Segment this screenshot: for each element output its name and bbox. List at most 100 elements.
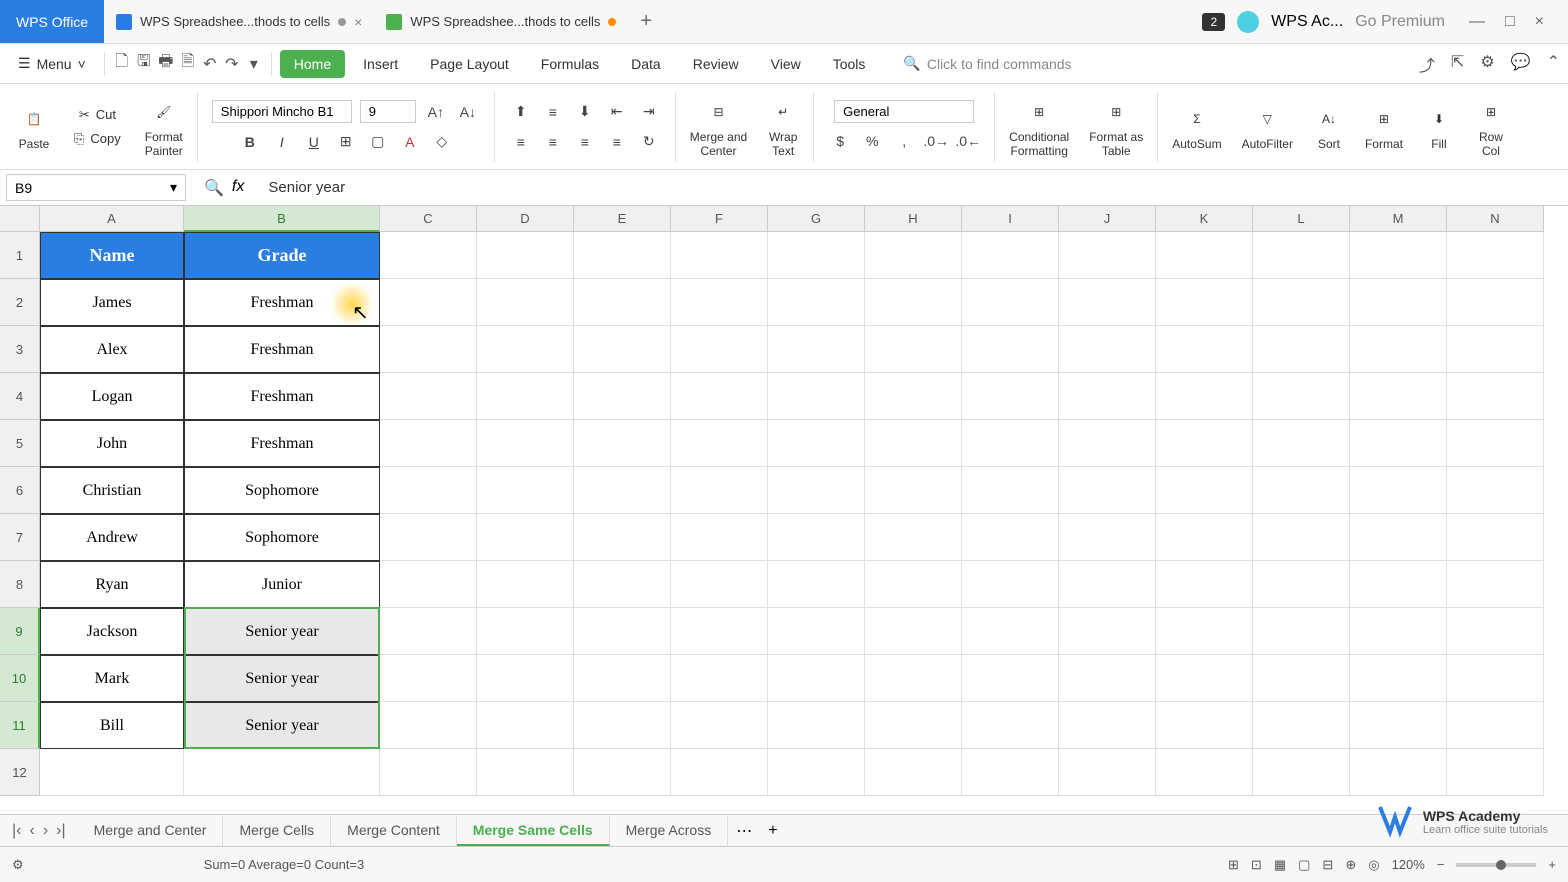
increase-decimal-icon[interactable]: .0→ [924,129,948,153]
cell-A6[interactable]: Christian [40,467,184,514]
cell-J7[interactable] [1059,514,1156,561]
cell-D5[interactable] [477,420,574,467]
cell-F3[interactable] [671,326,768,373]
cell-H2[interactable] [865,279,962,326]
cell-H6[interactable] [865,467,962,514]
cell-C6[interactable] [380,467,477,514]
cell-K9[interactable] [1156,608,1253,655]
cell-C7[interactable] [380,514,477,561]
cell-E7[interactable] [574,514,671,561]
sheet-tab-merge-same-cells[interactable]: Merge Same Cells [457,816,610,846]
cell-E6[interactable] [574,467,671,514]
cell-J4[interactable] [1059,373,1156,420]
fx-icon[interactable]: fx [232,178,244,198]
user-label[interactable]: WPS Ac... [1271,13,1343,31]
menu-button[interactable]: ☰ Menu ˅ [8,49,96,78]
cell-C9[interactable] [380,608,477,655]
dropdown-icon[interactable]: ▾ [245,55,263,73]
cell-L2[interactable] [1253,279,1350,326]
cell-J2[interactable] [1059,279,1156,326]
view-normal-icon[interactable]: ⊞ [1228,857,1239,873]
cell-N3[interactable] [1447,326,1544,373]
cell-A9[interactable]: Jackson [40,608,184,655]
cell-L8[interactable] [1253,561,1350,608]
cell-H8[interactable] [865,561,962,608]
formula-input[interactable]: Senior year [256,175,1568,200]
cell-L10[interactable] [1253,655,1350,702]
cell-J10[interactable] [1059,655,1156,702]
cell-M5[interactable] [1350,420,1447,467]
go-premium-link[interactable]: Go Premium [1355,13,1445,31]
new-icon[interactable]: 🗋 [113,55,131,73]
cell-F12[interactable] [671,749,768,796]
cell-I12[interactable] [962,749,1059,796]
more-sheets-icon[interactable]: ⋯ [728,821,760,841]
cell-N12[interactable] [1447,749,1544,796]
col-header-D[interactable]: D [477,206,574,232]
row-header-4[interactable]: 4 [0,373,40,420]
export-icon[interactable]: ⇱ [1451,52,1464,76]
cell-I3[interactable] [962,326,1059,373]
cell-C10[interactable] [380,655,477,702]
save-icon[interactable]: 🖫 [135,55,153,73]
cell-E3[interactable] [574,326,671,373]
cell-K4[interactable] [1156,373,1253,420]
view-page-icon[interactable]: ⊡ [1251,857,1262,873]
cell-G8[interactable] [768,561,865,608]
fill-color-icon[interactable]: ▢ [366,130,390,154]
cell-M2[interactable] [1350,279,1447,326]
gear-icon[interactable]: ⚙ [1480,52,1494,76]
collapse-ribbon-icon[interactable]: ⌃ [1547,52,1560,76]
tab-formulas[interactable]: Formulas [527,50,613,78]
decrease-font-icon[interactable]: A↓ [456,100,480,124]
cell-N10[interactable] [1447,655,1544,702]
cell-I8[interactable] [962,561,1059,608]
cell-K3[interactable] [1156,326,1253,373]
borders-icon[interactable]: ⊞ [334,130,358,154]
cell-C11[interactable] [380,702,477,749]
cell-N4[interactable] [1447,373,1544,420]
col-header-H[interactable]: H [865,206,962,232]
cell-M8[interactable] [1350,561,1447,608]
view-freeze-icon[interactable]: ⊕ [1345,857,1356,873]
cell-G4[interactable] [768,373,865,420]
cell-B1[interactable]: Grade [184,232,380,279]
first-sheet-icon[interactable]: |‹ [12,822,21,840]
cell-N5[interactable] [1447,420,1544,467]
zoom-in-icon[interactable]: + [1548,857,1556,872]
cell-F8[interactable] [671,561,768,608]
cell-J9[interactable] [1059,608,1156,655]
align-top-icon[interactable]: ⬆ [509,100,533,124]
cell-L4[interactable] [1253,373,1350,420]
bold-icon[interactable]: B [238,130,262,154]
cell-K6[interactable] [1156,467,1253,514]
cell-I4[interactable] [962,373,1059,420]
cell-H5[interactable] [865,420,962,467]
cell-G3[interactable] [768,326,865,373]
underline-icon[interactable]: U [302,130,326,154]
cell-G1[interactable] [768,232,865,279]
number-format-select[interactable]: General [834,100,974,123]
cell-D3[interactable] [477,326,574,373]
cell-A2[interactable]: James [40,279,184,326]
format-as-table-button[interactable]: ⊞ Format as Table [1089,96,1143,158]
cell-J12[interactable] [1059,749,1156,796]
cell-H1[interactable] [865,232,962,279]
cell-L9[interactable] [1253,608,1350,655]
align-middle-icon[interactable]: ≡ [541,100,565,124]
cell-F2[interactable] [671,279,768,326]
cell-N6[interactable] [1447,467,1544,514]
cell-G2[interactable] [768,279,865,326]
cell-D2[interactable] [477,279,574,326]
align-bottom-icon[interactable]: ⬇ [573,100,597,124]
font-size-select[interactable]: 9 [360,100,416,123]
minimize-icon[interactable]: — [1469,13,1485,31]
row-header-9[interactable]: 9 [0,608,40,655]
tab-data[interactable]: Data [617,50,675,78]
maximize-icon[interactable]: □ [1505,13,1515,31]
col-header-A[interactable]: A [40,206,184,232]
cell-F7[interactable] [671,514,768,561]
decrease-decimal-icon[interactable]: .0← [956,129,980,153]
cell-A3[interactable]: Alex [40,326,184,373]
next-sheet-icon[interactable]: › [43,822,48,840]
